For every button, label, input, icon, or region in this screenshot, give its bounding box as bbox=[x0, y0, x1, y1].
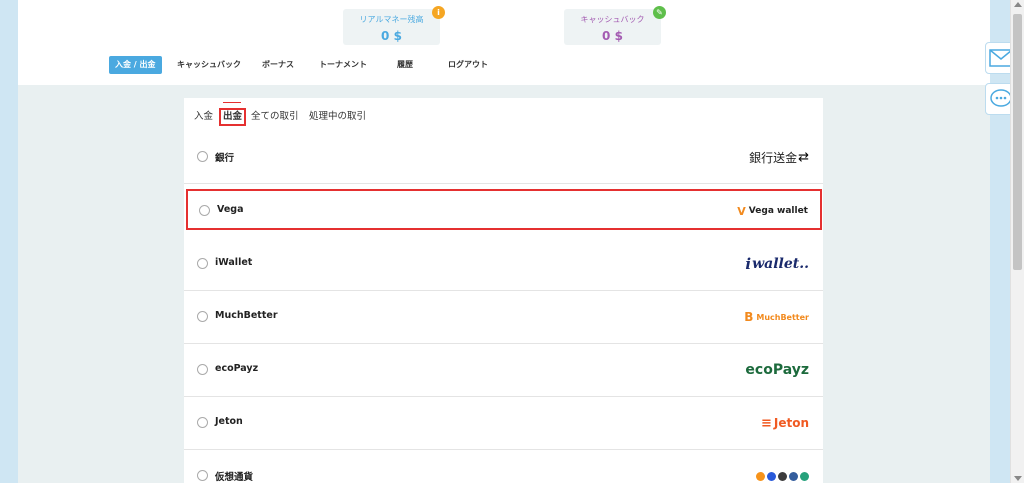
method-name: iWallet bbox=[215, 257, 253, 268]
nav-deposit-withdraw[interactable]: 入金 / 出金 bbox=[109, 56, 162, 74]
method-name: MuchBetter bbox=[215, 310, 278, 321]
radio-button[interactable] bbox=[197, 470, 208, 481]
iwallet-i-icon: i bbox=[745, 255, 752, 273]
radio-button[interactable] bbox=[197, 258, 208, 269]
tab-all-transactions[interactable]: 全ての取引 bbox=[251, 108, 299, 126]
tab-pending-transactions[interactable]: 処理中の取引 bbox=[309, 108, 366, 126]
method-row-bank[interactable]: 銀行 銀行送金 ⇄ bbox=[184, 131, 823, 184]
real-money-balance-card: リアルマネー残高 0 $ i bbox=[343, 6, 445, 45]
transfer-arrows-icon: ⇄ bbox=[798, 149, 809, 165]
nav-tournament[interactable]: トーナメント bbox=[319, 56, 367, 74]
radio-button[interactable] bbox=[197, 151, 208, 162]
method-row-muchbetter[interactable]: MuchBetter B MuchBetter bbox=[184, 291, 823, 344]
nav-bonus[interactable]: ボーナス bbox=[262, 56, 294, 74]
method-name: ecoPayz bbox=[215, 363, 259, 374]
nav-logout[interactable]: ログアウト bbox=[448, 56, 488, 74]
bank-transfer-logo: 銀行送金 ⇄ bbox=[749, 149, 809, 165]
edit-icon[interactable]: ✎ bbox=[653, 6, 666, 19]
muchbetter-logo: B MuchBetter bbox=[744, 310, 809, 324]
scroll-down-icon[interactable] bbox=[1014, 476, 1022, 481]
method-row-vega[interactable]: Vega V Vega wallet bbox=[186, 189, 822, 230]
radio-button[interactable] bbox=[197, 417, 208, 428]
method-name: Vega bbox=[217, 204, 244, 215]
scrollbar[interactable] bbox=[1010, 0, 1024, 483]
jeton-logo: ≡ Jeton bbox=[760, 415, 809, 431]
radio-button[interactable] bbox=[197, 311, 208, 322]
litecoin-icon bbox=[789, 471, 798, 481]
ecopayz-logo: ecoPayz bbox=[745, 362, 809, 378]
bitcoin-icon bbox=[756, 471, 765, 481]
tab-withdraw[interactable]: 出金 bbox=[219, 108, 247, 126]
method-name: Jeton bbox=[215, 416, 243, 427]
nav-history[interactable]: 履歴 bbox=[397, 56, 413, 74]
radio-button[interactable] bbox=[199, 205, 210, 216]
method-row-iwallet[interactable]: iWallet i wallet.. bbox=[184, 238, 823, 291]
ethereum-icon bbox=[778, 471, 787, 481]
cashback-value: 0 $ bbox=[602, 29, 623, 43]
real-money-label: リアルマネー残高 bbox=[359, 15, 424, 24]
iwallet-logo: i wallet.. bbox=[745, 255, 809, 273]
vega-wallet-logo: V Vega wallet bbox=[737, 204, 808, 218]
method-name: 仮想通貨 bbox=[215, 472, 254, 483]
jeton-mark-icon: ≡ bbox=[760, 415, 772, 431]
method-name: 銀行 bbox=[215, 153, 235, 164]
crypto-logos bbox=[754, 464, 809, 483]
tab-underline bbox=[223, 102, 241, 103]
cashback-label: キャッシュバック bbox=[580, 15, 645, 24]
method-row-ecopayz[interactable]: ecoPayz ecoPayz bbox=[184, 344, 823, 397]
radio-button[interactable] bbox=[197, 364, 208, 375]
method-row-jeton[interactable]: Jeton ≡ Jeton bbox=[184, 397, 823, 450]
info-icon[interactable]: i bbox=[432, 6, 445, 19]
muchbetter-b-icon: B bbox=[744, 310, 754, 324]
cashback-balance-card: キャッシュバック 0 $ ✎ bbox=[564, 6, 666, 45]
chainlink-icon bbox=[767, 471, 776, 481]
tab-deposit[interactable]: 入金 bbox=[194, 108, 213, 126]
scrollbar-thumb[interactable] bbox=[1013, 14, 1022, 270]
method-row-crypto[interactable]: 仮想通貨 bbox=[184, 450, 823, 483]
scroll-up-icon[interactable] bbox=[1014, 2, 1022, 7]
nav-cashback[interactable]: キャッシュバック bbox=[177, 56, 241, 74]
real-money-value: 0 $ bbox=[381, 29, 402, 43]
tether-icon bbox=[800, 471, 809, 481]
vega-v-icon: V bbox=[737, 204, 746, 218]
